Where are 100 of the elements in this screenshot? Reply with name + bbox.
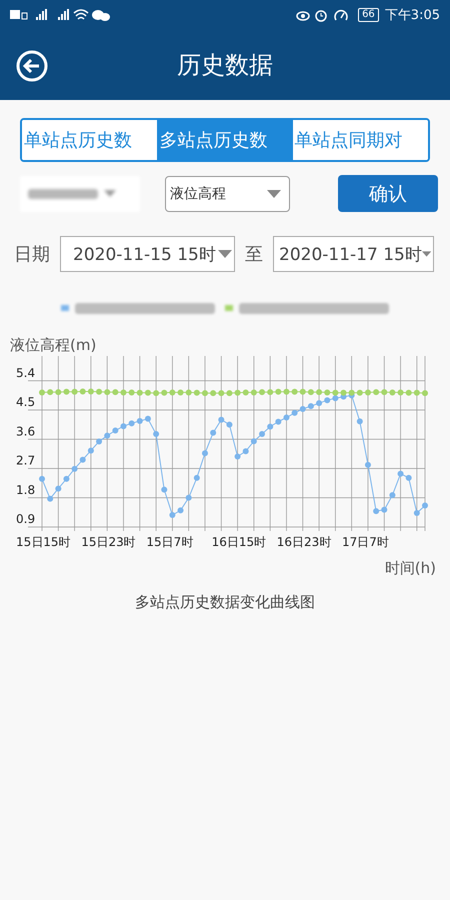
range-separator: 至: [245, 243, 263, 266]
data-point: [136, 390, 143, 396]
data-point: [324, 389, 330, 396]
battery-level: 66: [358, 8, 379, 22]
data-point: [104, 432, 110, 439]
data-point: [55, 389, 62, 396]
start-date-field[interactable]: 2020-11-15 15时: [60, 236, 235, 272]
data-point: [186, 494, 192, 501]
data-point: [169, 512, 176, 518]
data-point: [292, 410, 298, 416]
data-point: [300, 406, 306, 412]
data-point: [120, 423, 126, 430]
legend-swatch: [225, 305, 233, 311]
data-point: [210, 390, 216, 396]
data-point: [218, 390, 224, 396]
data-point: [186, 389, 192, 396]
axis-label: 2.7: [16, 454, 36, 468]
data-point: [422, 390, 428, 396]
data-point: [218, 416, 224, 423]
data-point: [381, 389, 388, 396]
data-point: [406, 390, 412, 396]
data-point: [398, 389, 404, 396]
data-point: [356, 418, 363, 424]
data-point: [389, 389, 396, 396]
data-point: [128, 389, 135, 396]
dropdown-caret-icon: [422, 250, 431, 258]
data-point: [242, 448, 249, 454]
data-point: [202, 390, 208, 396]
data-point: [72, 388, 78, 395]
axis-label: 16日15时: [212, 535, 266, 549]
data-point: [169, 389, 176, 396]
data-point: [161, 390, 168, 396]
data-point: [356, 390, 363, 396]
data-point: [202, 450, 208, 456]
data-point: [324, 397, 330, 404]
data-point: [364, 462, 371, 468]
data-point: [72, 466, 78, 472]
data-point: [414, 510, 420, 516]
data-point: [144, 416, 151, 422]
data-point: [47, 389, 54, 396]
data-point: [96, 388, 102, 395]
dropdown-caret-icon: [104, 190, 116, 197]
data-point: [194, 474, 200, 481]
data-point: [267, 424, 274, 430]
data-point: [373, 508, 380, 514]
date-label: 日期: [14, 243, 50, 266]
dropdown-caret-icon: [218, 250, 232, 258]
axis-label: 15日7时: [146, 535, 194, 549]
data-point: [316, 389, 322, 396]
data-point: [226, 422, 232, 428]
measure-select[interactable]: 液位高程: [165, 176, 290, 212]
data-point: [153, 390, 160, 396]
data-point: [178, 389, 184, 396]
data-point: [373, 389, 380, 396]
data-point: [250, 438, 257, 444]
data-point: [364, 389, 371, 396]
data-point: [250, 389, 257, 396]
data-point: [112, 427, 118, 434]
data-point: [259, 389, 266, 396]
data-point: [63, 476, 70, 482]
data-point: [80, 388, 86, 394]
axis-label: 16日23时: [276, 535, 332, 549]
clock-time: 下午3:05: [384, 7, 440, 24]
confirm-button[interactable]: 确认: [338, 175, 438, 212]
data-point: [267, 389, 274, 396]
data-point: [47, 496, 54, 502]
axis-label: 15日23时: [81, 535, 136, 549]
data-point: [389, 492, 396, 498]
data-point: [161, 486, 168, 493]
end-date-field[interactable]: 2020-11-17 15时: [273, 236, 434, 272]
axis-label: 3.6: [16, 424, 36, 438]
data-point: [88, 448, 94, 454]
data-point: [128, 420, 135, 426]
data-point: [88, 388, 94, 394]
data-point: [55, 486, 62, 492]
data-point: [292, 388, 298, 395]
data-point: [144, 390, 151, 396]
data-point: [39, 476, 45, 482]
tab[interactable]: 单站点同期对: [292, 120, 428, 160]
legend-swatch: [61, 305, 69, 311]
data-point: [194, 390, 200, 396]
data-point: [178, 507, 184, 514]
data-point: [275, 388, 282, 395]
tab[interactable]: 多站点历史数: [157, 120, 293, 160]
data-point: [112, 389, 118, 396]
data-point: [136, 418, 143, 424]
back-icon[interactable]: [16, 50, 48, 82]
data-point: [153, 431, 160, 438]
axis-label: 17日7时: [342, 535, 389, 549]
y-axis-title: 液位高程(m): [10, 336, 98, 355]
data-point: [316, 400, 322, 406]
data-point: [259, 431, 266, 438]
x-axis-title: 时间(h): [384, 559, 436, 577]
axis-label: 15日15时: [16, 535, 71, 549]
axis-label: 5.4: [16, 366, 36, 380]
data-point: [300, 388, 306, 395]
axis-label: 1.8: [16, 482, 36, 497]
data-point: [283, 414, 290, 420]
data-point: [104, 389, 110, 396]
data-point: [381, 506, 388, 513]
